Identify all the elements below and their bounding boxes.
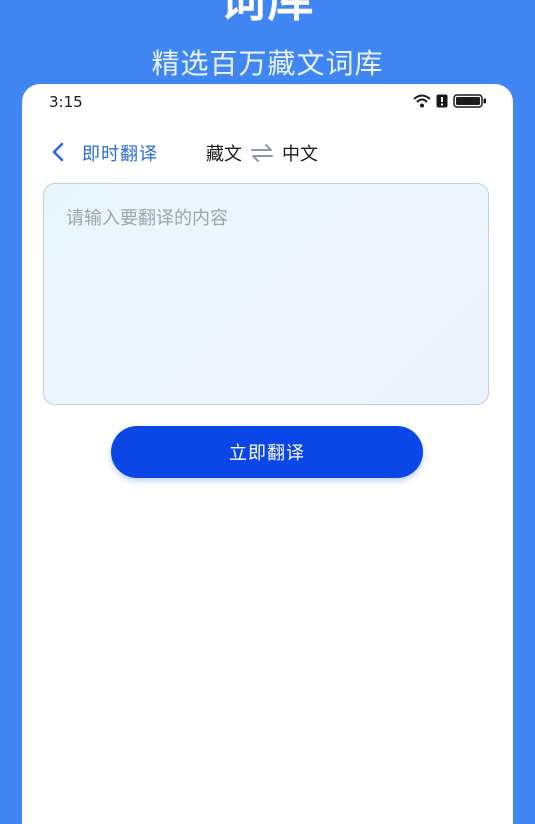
- wifi-icon: [413, 94, 431, 108]
- nav-bar: 即时翻译 藏文 中文: [22, 132, 513, 172]
- language-switch[interactable]: 藏文 中文: [206, 140, 318, 166]
- translate-button[interactable]: 立即翻译: [111, 426, 423, 478]
- promo-subtitle: 精选百万藏文词库: [151, 47, 384, 80]
- alert-icon: [436, 94, 448, 108]
- translation-input[interactable]: [44, 184, 488, 404]
- translation-input-box: [43, 183, 489, 405]
- chevron-left-icon[interactable]: [48, 141, 70, 163]
- target-language[interactable]: 中文: [282, 140, 318, 166]
- status-time: 3:15: [49, 93, 83, 111]
- phone-screen: 3:15 即时翻译 藏文 中文 请输入要翻译的内容 立即翻译: [22, 84, 513, 824]
- status-icons: [413, 94, 487, 108]
- source-language[interactable]: 藏文: [206, 140, 242, 166]
- swap-arrows-icon[interactable]: [250, 143, 274, 163]
- promo-title: 词库: [219, 0, 316, 27]
- page-title: 即时翻译: [82, 144, 158, 165]
- battery-icon: [453, 94, 486, 108]
- status-bar: 3:15: [22, 84, 513, 122]
